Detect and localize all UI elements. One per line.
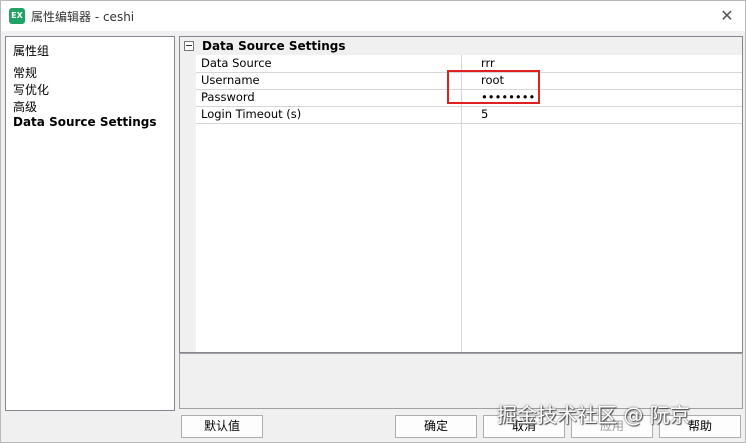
group-list-header: 属性组 [13,44,50,58]
property-group-list: 属性组 常规 写优化 高级 Data Source Settings [5,36,175,411]
collapse-icon[interactable] [184,41,194,51]
property-row-login-timeout[interactable]: Login Timeout (s) 5 [196,106,742,124]
property-editor-window: EX 属性编辑器 - ceshi ✕ 属性组 常规 写优化 高级 Data So… [0,0,746,443]
property-value[interactable]: rrr [481,56,495,70]
group-item-write-optimization[interactable]: 写优化 [13,81,49,98]
category-row: Data Source Settings [180,37,742,55]
category-label: Data Source Settings [202,39,346,53]
property-value[interactable]: 5 [481,107,488,121]
property-name: Username [201,73,260,87]
ok-button[interactable]: 确定 [395,415,477,438]
highlight-annotation [447,70,540,104]
property-name: Login Timeout (s) [201,107,302,121]
grid-margin [180,55,196,352]
default-values-button[interactable]: 默认值 [181,415,263,438]
group-item-data-source-settings[interactable]: Data Source Settings [13,115,157,129]
app-icon: EX [9,8,25,24]
title-bar: EX 属性编辑器 - ceshi ✕ [1,1,745,31]
group-item-general[interactable]: 常规 [13,64,37,81]
close-icon[interactable]: ✕ [717,6,737,26]
watermark-text: 掘金技术社区 @ 阮京 [497,403,690,427]
property-name: Data Source [201,56,272,70]
group-item-advanced[interactable]: 高级 [13,98,37,115]
window-title: 属性编辑器 - ceshi [31,10,135,24]
property-name: Password [201,90,255,104]
